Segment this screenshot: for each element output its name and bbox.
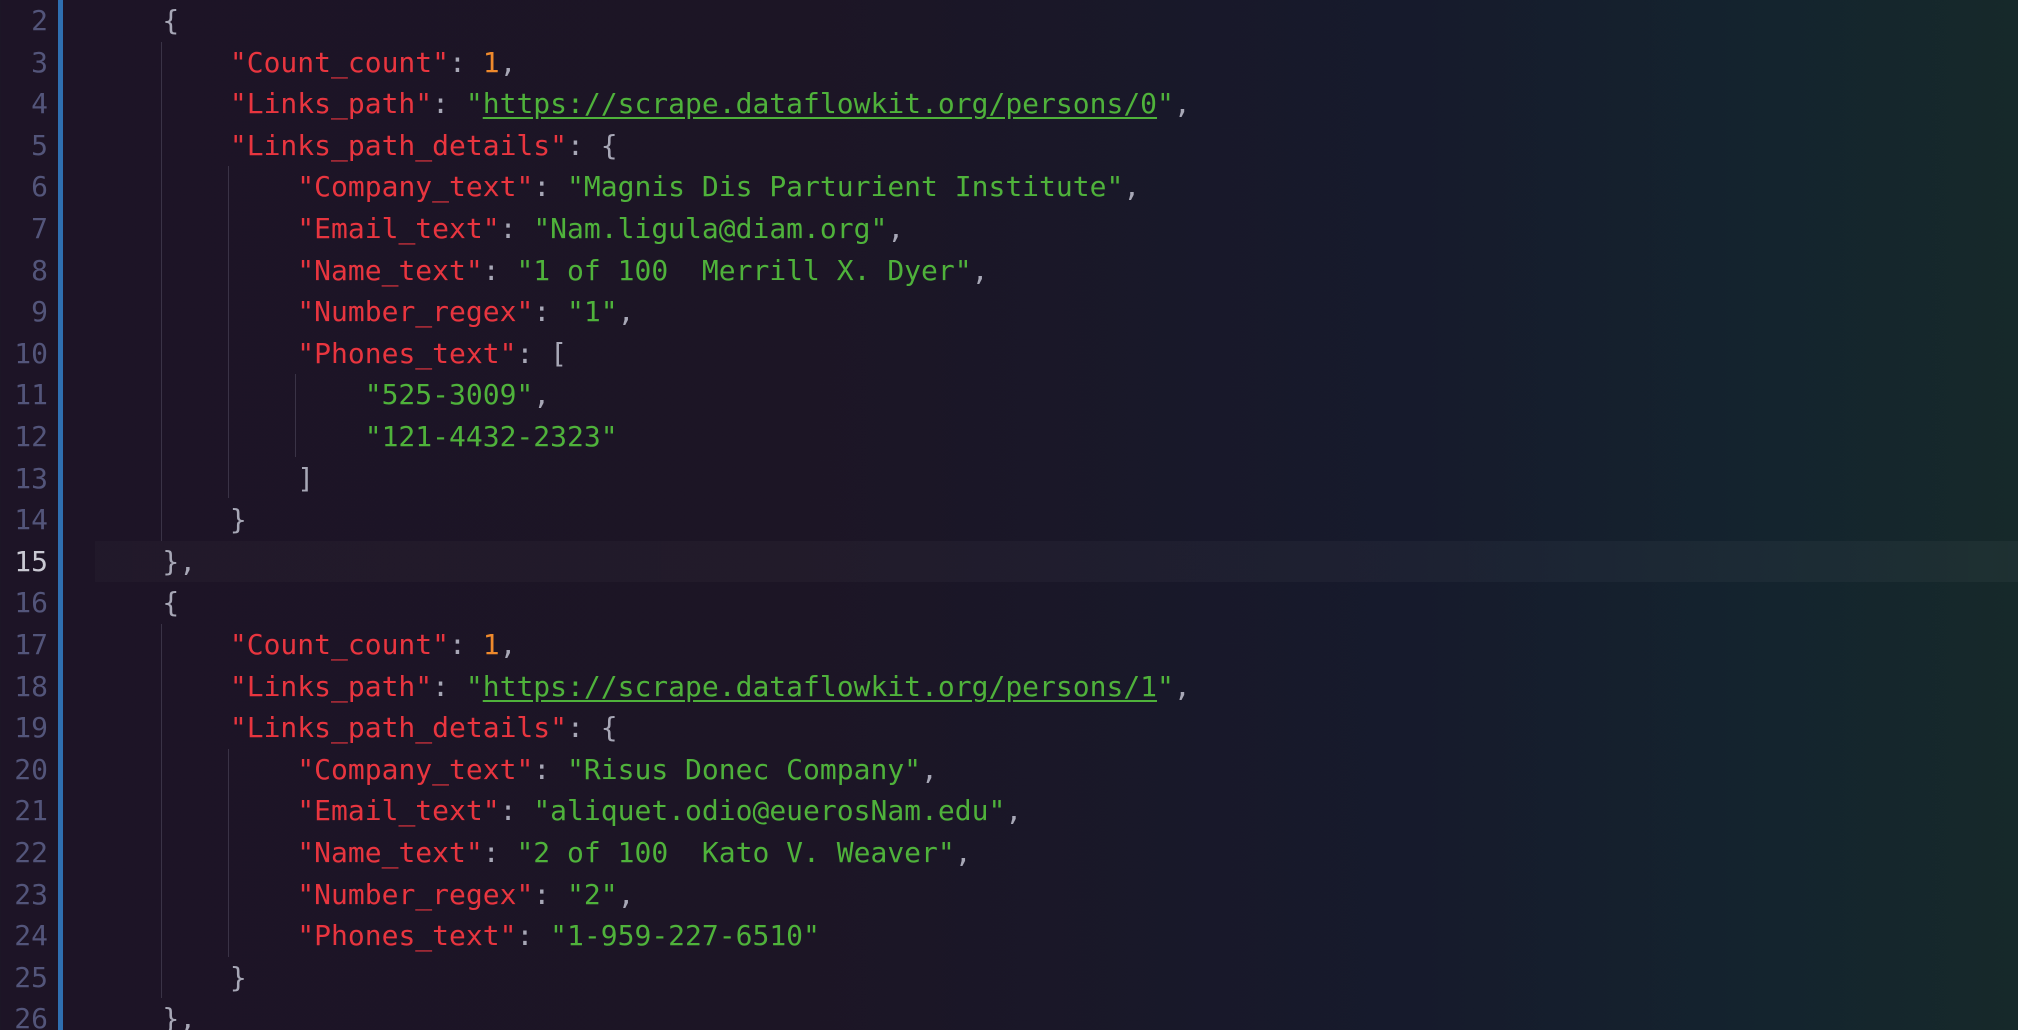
line-number-active: 15 (14, 544, 48, 578)
json-key: "Phones_text" (297, 336, 517, 370)
code-line: "121-4432-2323" (95, 416, 2018, 458)
line-number: 13 (14, 461, 48, 495)
json-string: "525-3009" (364, 378, 534, 412)
json-key: "Links_path_details" (229, 128, 568, 162)
json-string: "2" (567, 877, 618, 911)
json-key: "Links_path" (229, 669, 433, 703)
json-number: 1 (482, 45, 500, 79)
line-number: 5 (31, 128, 48, 162)
code-line: "Links_path_details": { (229, 711, 618, 745)
line-number: 26 (14, 1002, 48, 1030)
line-number: 4 (31, 87, 48, 121)
json-key: "Company_text" (297, 170, 534, 204)
code-line: "Email_text": "Nam.ligula@diam.org", (297, 212, 905, 245)
line-number: 9 (31, 295, 48, 329)
code-editor[interactable]: 2 3 4 5 6 7 8 9 10 11 12 13 14 15 16 17 … (0, 0, 2018, 1030)
line-number: 23 (14, 877, 48, 911)
json-number: 1 (482, 628, 500, 661)
code-line: "Count_count": 1, (229, 628, 517, 661)
line-number: 6 (31, 170, 48, 204)
code-line: { (95, 4, 180, 37)
line-number: 8 (31, 253, 48, 287)
code-line: "Links_path_details": { (229, 128, 618, 162)
json-key: "Email_text" (297, 794, 500, 828)
json-string: "Risus Donec Company" (567, 752, 922, 786)
line-number: 14 (14, 503, 48, 537)
code-line: "Number_regex": "2", (297, 877, 635, 911)
json-string: "2 of 100 Kato V. Weaver" (516, 836, 955, 869)
code-line: "Email_text": "aliquet.odio@euerosNam.ed… (297, 794, 1023, 828)
code-line-active: }, (95, 540, 2018, 583)
line-number: 17 (14, 628, 48, 661)
json-key: "Links_path_details" (229, 711, 568, 745)
json-key: "Company_text" (297, 752, 534, 786)
code-line: "Name_text": "2 of 100 Kato V. Weaver", (297, 836, 972, 869)
line-number: 7 (31, 212, 48, 245)
json-string: "1-959-227-6510" (550, 919, 820, 953)
line-number: 16 (14, 586, 48, 620)
line-number: 24 (14, 919, 48, 953)
line-number: 12 (14, 420, 48, 453)
modified-lines-indicator (58, 0, 63, 1030)
line-number: 10 (14, 336, 48, 370)
code-line: "Phones_text": "1-959-227-6510" (297, 919, 820, 953)
json-key: "Email_text" (297, 212, 500, 245)
code-line: ] (95, 461, 315, 495)
json-key: "Name_text" (297, 836, 483, 869)
json-string: "1" (567, 295, 618, 329)
code-line: "Links_path": "https://scrape.dataflowki… (229, 669, 1191, 703)
json-string: "Magnis Dis Parturient Institute" (567, 170, 1124, 204)
json-key: "Count_count" (229, 45, 450, 79)
code-line: "Count_count": 1, (229, 45, 517, 79)
line-number: 19 (14, 711, 48, 745)
json-key: "Number_regex" (297, 877, 534, 911)
line-number: 21 (14, 794, 48, 828)
line-number: 20 (14, 752, 48, 786)
line-number: 25 (14, 960, 48, 994)
code-line: "Name_text": "1 of 100 Merrill X. Dyer", (297, 253, 989, 287)
code-line: }, (95, 1002, 197, 1030)
json-key: "Count_count" (229, 628, 450, 661)
json-key: "Number_regex" (297, 295, 534, 329)
json-link[interactable]: https://scrape.dataflowkit.org/persons/0 (483, 87, 1157, 120)
line-number: 18 (14, 669, 48, 703)
code-line: } (95, 960, 247, 994)
line-number: 3 (31, 45, 48, 79)
json-key: "Links_path" (229, 87, 433, 121)
line-number: 11 (14, 378, 48, 412)
json-string: "aliquet.odio@euerosNam.edu" (533, 794, 1006, 828)
line-number: 2 (31, 4, 48, 37)
code-line: { (95, 586, 180, 620)
line-number: 22 (14, 836, 48, 869)
json-string: "1 of 100 Merrill X. Dyer" (516, 253, 972, 287)
json-key: "Phones_text" (297, 919, 517, 953)
code-line: "Number_regex": "1", (297, 295, 635, 329)
json-link[interactable]: https://scrape.dataflowkit.org/persons/1 (483, 670, 1157, 703)
code-line: "Company_text": "Risus Donec Company", (297, 752, 938, 786)
code-line: "Links_path": "https://scrape.dataflowki… (229, 87, 1191, 121)
json-key: "Name_text" (297, 253, 483, 287)
line-number-gutter: 2 3 4 5 6 7 8 9 10 11 12 13 14 15 16 17 … (0, 0, 58, 1030)
code-line: "Company_text": "Magnis Dis Parturient I… (297, 170, 1141, 204)
code-line: "525-3009", (364, 378, 551, 412)
json-string: "121-4432-2323" (364, 420, 618, 453)
json-string: "Nam.ligula@diam.org" (533, 212, 888, 245)
code-line: } (95, 503, 247, 537)
code-line: "Phones_text": [ (297, 336, 568, 370)
